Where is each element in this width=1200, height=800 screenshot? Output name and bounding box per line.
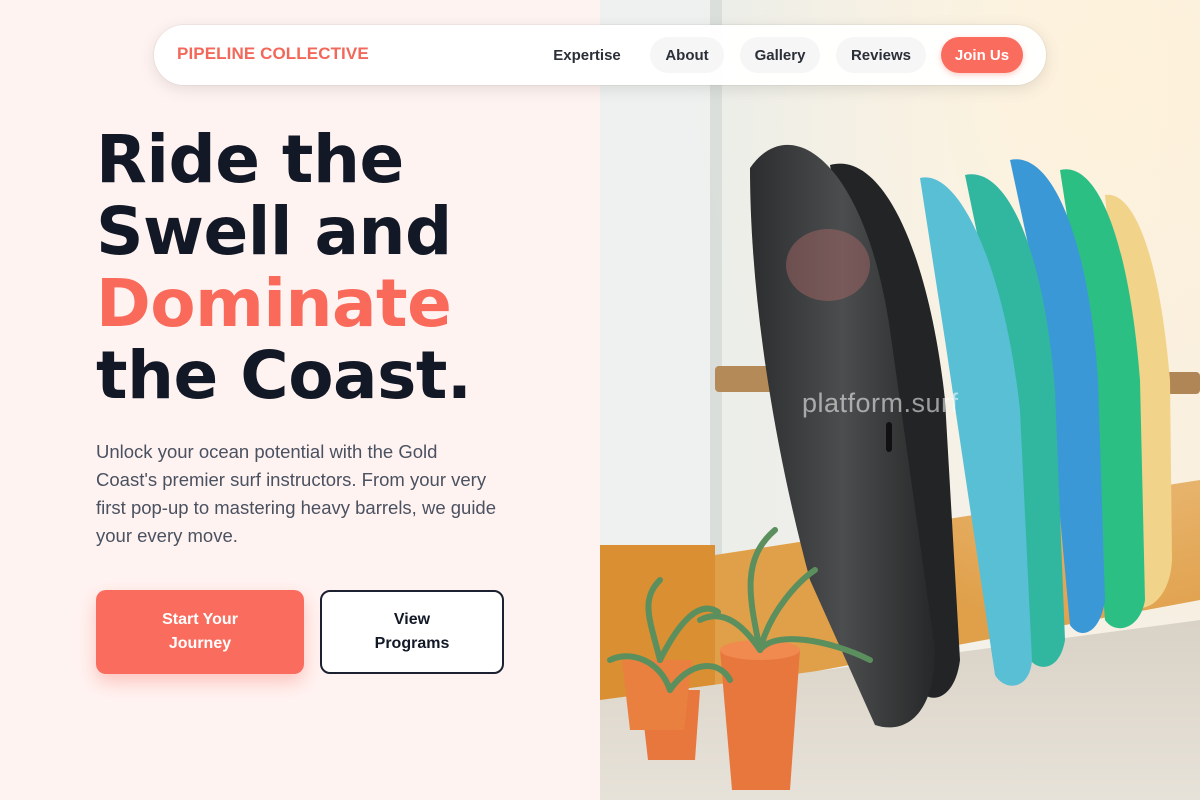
headline-line-4: the Coast. bbox=[96, 337, 472, 414]
headline-accent-word: Dominate bbox=[96, 265, 452, 342]
hero-headline: Ride the Swell and Dominate the Coast. bbox=[96, 124, 596, 412]
start-journey-button[interactable]: Start Your Journey bbox=[96, 590, 304, 674]
hero-description: Unlock your ocean potential with the Gol… bbox=[96, 441, 497, 546]
nav-item-expertise[interactable]: Expertise bbox=[536, 37, 638, 73]
start-journey-label: Start Your Journey bbox=[162, 611, 238, 652]
nav-item-about[interactable]: About bbox=[650, 37, 724, 73]
join-us-button[interactable]: Join Us bbox=[941, 37, 1023, 73]
view-programs-button[interactable]: View Programs bbox=[320, 590, 504, 674]
brand-logo[interactable]: PIPELINE COLLECTIVE bbox=[177, 44, 369, 64]
nav-item-reviews[interactable]: Reviews bbox=[836, 37, 926, 73]
headline-line-1: Ride the bbox=[96, 121, 404, 198]
top-navbar: PIPELINE COLLECTIVE Expertise About Gall… bbox=[154, 25, 1046, 85]
hero-left-panel: Ride the Swell and Dominate the Coast. U… bbox=[0, 0, 600, 800]
watermark-text: platform.surf bbox=[802, 388, 959, 418]
headline-line-2: Swell and bbox=[96, 193, 452, 270]
view-programs-label: View Programs bbox=[374, 611, 450, 652]
nav-item-gallery[interactable]: Gallery bbox=[740, 37, 820, 73]
hero-image: platform.surf bbox=[600, 0, 1200, 800]
